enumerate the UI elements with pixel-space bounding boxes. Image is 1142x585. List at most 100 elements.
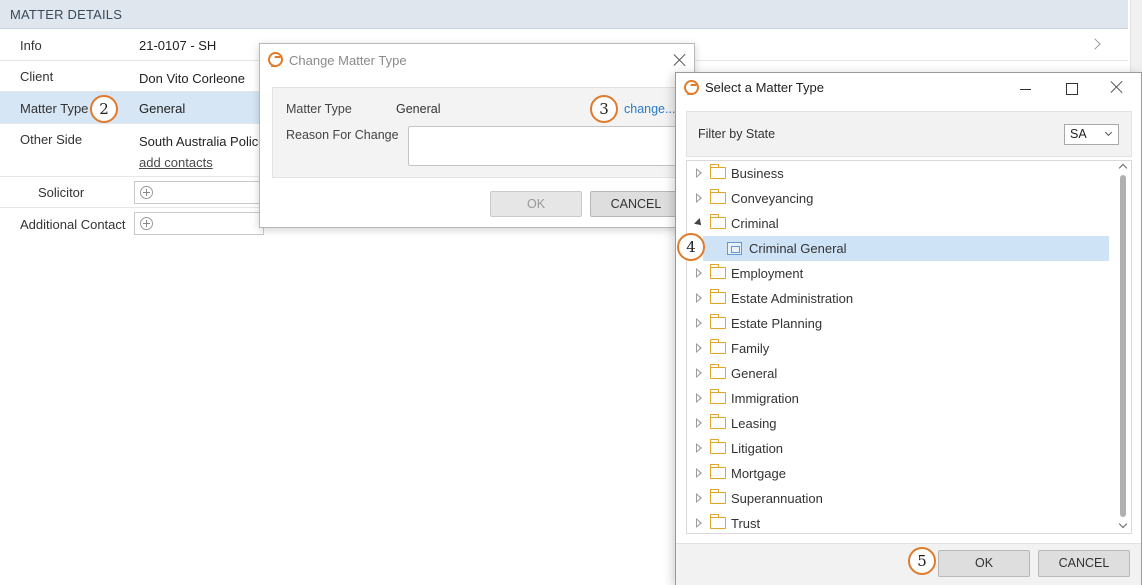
tree-folder-item[interactable]: Leasing: [687, 411, 1115, 436]
expand-arrow-icon[interactable]: [696, 168, 702, 178]
tree-folder-item[interactable]: Employment: [687, 261, 1115, 286]
tree-folder-item[interactable]: Estate Planning: [687, 311, 1115, 336]
folder-icon: [709, 214, 726, 229]
app-logo-icon: [268, 52, 283, 67]
scroll-down-icon[interactable]: [1118, 519, 1128, 529]
folder-icon: [709, 439, 726, 454]
tree-item-label: Employment: [731, 266, 804, 281]
folder-icon: [709, 264, 726, 279]
chevron-right-icon[interactable]: [1089, 38, 1101, 50]
ok-button[interactable]: OK: [490, 191, 582, 217]
cancel-button[interactable]: CANCEL: [590, 191, 682, 217]
cancel-button[interactable]: CANCEL: [1038, 550, 1130, 577]
tree-folder-item[interactable]: Family: [687, 336, 1115, 361]
info-label: Info: [20, 38, 42, 53]
info-value: 21-0107 - SH: [139, 38, 217, 53]
tree-folder-item[interactable]: Trust: [687, 511, 1115, 533]
app-logo-icon: [684, 80, 699, 95]
client-value: Don Vito Corleone: [139, 71, 245, 86]
tree-item-label: Immigration: [731, 391, 799, 406]
tree-folder-item[interactable]: General: [687, 361, 1115, 386]
folder-icon: [709, 489, 726, 504]
tree-folder-item[interactable]: Estate Administration: [687, 286, 1115, 311]
reason-label: Reason For Change: [286, 128, 399, 142]
expand-arrow-icon[interactable]: [696, 493, 702, 503]
expand-arrow-icon[interactable]: [696, 443, 702, 453]
maximize-icon[interactable]: [1062, 79, 1082, 99]
folder-icon: [709, 464, 726, 479]
tree-item-label: Estate Administration: [731, 291, 854, 306]
folder-icon: [709, 164, 726, 179]
folder-icon: [709, 514, 726, 529]
expand-arrow-icon[interactable]: [696, 393, 702, 403]
other-side-value: South Australia Police: [139, 134, 266, 149]
tree-folder-item[interactable]: Superannuation: [687, 486, 1115, 511]
expanded-arrow-icon[interactable]: [694, 218, 704, 228]
tree-folder-item[interactable]: Conveyancing: [687, 186, 1115, 211]
tree-item-label: Litigation: [731, 441, 784, 456]
tree-item-label: Criminal: [731, 216, 779, 231]
dialog-title: Select a Matter Type: [705, 80, 824, 95]
tree-scrollbar[interactable]: [1116, 161, 1131, 533]
tree-child-item[interactable]: Criminal General: [703, 236, 1109, 261]
scroll-up-icon[interactable]: [1118, 163, 1128, 173]
matter-type-label: Matter Type: [20, 101, 89, 116]
folder-icon: [709, 339, 726, 354]
change-link[interactable]: change...: [624, 102, 675, 116]
tree-item-label: Criminal General: [749, 241, 847, 256]
tree-folder-item[interactable]: Business: [687, 161, 1115, 186]
state-select[interactable]: SA: [1064, 124, 1119, 145]
change-matter-type-dialog: Change Matter Type Matter Type General c…: [259, 43, 695, 228]
matter-type-value: General: [396, 102, 441, 116]
tree-item-label: Trust: [731, 516, 761, 531]
folder-icon: [709, 189, 726, 204]
matter-type-value: General: [139, 101, 186, 116]
tree-item-label: Conveyancing: [731, 191, 814, 206]
tree-folder-item[interactable]: Litigation: [687, 436, 1115, 461]
step-marker-2: 2: [90, 95, 118, 123]
close-icon[interactable]: [1110, 80, 1124, 94]
step-marker-4: 4: [677, 233, 705, 261]
tree-item-label: General: [731, 366, 778, 381]
state-value: SA: [1070, 127, 1087, 141]
expand-arrow-icon[interactable]: [696, 343, 702, 353]
add-icon[interactable]: [140, 217, 153, 230]
select-matter-type-dialog: Select a Matter Type Filter by State SA …: [675, 72, 1142, 585]
folder-icon: [709, 364, 726, 379]
add-icon[interactable]: [140, 186, 153, 199]
matter-template-icon: [727, 242, 742, 255]
additional-contact-label: Additional Contact: [20, 217, 126, 232]
additional-contact-field[interactable]: [134, 212, 264, 235]
expand-arrow-icon[interactable]: [696, 318, 702, 328]
expand-arrow-icon[interactable]: [696, 418, 702, 428]
expand-arrow-icon[interactable]: [696, 518, 702, 528]
matter-type-tree[interactable]: Trust Superannuation Mortgage Litigation Lea…: [686, 160, 1132, 534]
change-form-panel: Matter Type General change... Reason For…: [272, 87, 682, 178]
expand-arrow-icon[interactable]: [696, 193, 702, 203]
add-contacts-link[interactable]: add contacts: [139, 155, 213, 170]
tree-folder-item[interactable]: Immigration: [687, 386, 1115, 411]
folder-icon: [709, 414, 726, 429]
other-side-label: Other Side: [20, 132, 83, 147]
tree-item-label: Mortgage: [731, 466, 786, 481]
dialog-title: Change Matter Type: [289, 53, 407, 68]
expand-arrow-icon[interactable]: [696, 268, 702, 278]
step-marker-3: 3: [590, 95, 618, 123]
expand-arrow-icon[interactable]: [696, 293, 702, 303]
expand-arrow-icon[interactable]: [696, 368, 702, 378]
tree-item-label: Leasing: [731, 416, 777, 431]
scroll-thumb[interactable]: [1120, 175, 1126, 517]
solicitor-field[interactable]: [134, 181, 264, 204]
tree-folder-item[interactable]: Criminal: [687, 211, 1115, 236]
tree-folder-item[interactable]: Mortgage: [687, 461, 1115, 486]
ok-button[interactable]: OK: [938, 550, 1030, 577]
matter-type-label: Matter Type: [286, 102, 352, 116]
folder-icon: [709, 314, 726, 329]
tree-item-label: Estate Planning: [731, 316, 823, 331]
minimize-icon[interactable]: [1016, 79, 1036, 99]
folder-icon: [709, 289, 726, 304]
close-icon[interactable]: [673, 53, 687, 67]
expand-arrow-icon[interactable]: [696, 468, 702, 478]
reason-input[interactable]: [408, 126, 682, 166]
tree-item-label: Superannuation: [731, 491, 823, 506]
